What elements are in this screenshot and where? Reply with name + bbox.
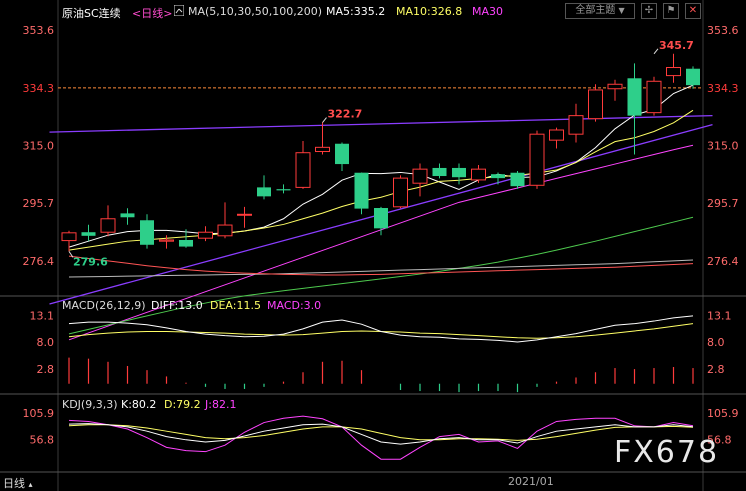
candle-body-up <box>607 83 623 90</box>
candle-body-up <box>295 152 311 188</box>
y-tick-label-left: 276.4 <box>23 255 55 268</box>
annotation-label: 345.7 <box>659 39 694 52</box>
macd-y-tick-left: 2.8 <box>37 363 55 376</box>
candle-body-down <box>491 174 505 179</box>
candle-body-down <box>432 167 447 177</box>
kdj-j-line <box>68 415 694 460</box>
candle-body-up <box>237 213 252 216</box>
bar-chart-icon[interactable] <box>174 5 184 16</box>
candle-body-up <box>198 231 213 239</box>
kdj-y-tick-left: 105.9 <box>23 407 55 420</box>
kdj-k-value: K:80.2 <box>121 398 157 411</box>
candle-body-up <box>61 232 77 242</box>
chevron-down-icon: ▼ <box>618 6 625 15</box>
y-tick-label-left: 295.7 <box>23 197 55 210</box>
candle-body-up <box>549 129 564 141</box>
candle-body-up <box>646 80 662 114</box>
kdj-j-value: J:82.1 <box>205 398 237 411</box>
annotation-pointer <box>322 117 327 123</box>
date-axis-label: 2021/01 <box>508 475 554 488</box>
period-tab-label: 日线 <box>3 477 25 490</box>
kdj-y-tick-right: 105.9 <box>707 407 739 420</box>
macd-panel: 13.1 13.1 8.0 8.0 2.8 2.8 <box>30 309 732 393</box>
ma5-value: MA5:335.2 <box>326 5 386 18</box>
instrument-title: 原油SC连续 <box>62 7 121 20</box>
crosshair-icon[interactable]: ✢ <box>641 3 657 19</box>
candle-body-up <box>568 115 584 135</box>
chart-canvas: 353.6 353.6 334.3 334.3 315.0 315.0 295.7 295.7… <box>0 0 746 491</box>
macd-y-tick-left: 13.1 <box>30 309 55 322</box>
candle-body-down <box>120 213 135 218</box>
candle-body-up <box>471 168 486 181</box>
macd-label: MACD(26,12,9) <box>62 299 146 312</box>
macd-y-tick-right: 8.0 <box>707 336 725 349</box>
macd-y-tick-left: 8.0 <box>37 336 55 349</box>
kdj-y-tick-left: 56.8 <box>30 433 55 446</box>
ma10-value: MA10:326.8 <box>396 5 463 18</box>
y-tick-label-left: 353.6 <box>23 24 55 37</box>
all-themes-dropdown[interactable]: 全部主题 ▼ <box>565 3 635 19</box>
y-tick-label-right: 334.3 <box>707 82 739 95</box>
macd-y-tick-right: 13.1 <box>707 309 732 322</box>
triangle-icon: ▴ <box>28 480 33 489</box>
period-tab[interactable]: 日线 ▴ <box>3 475 33 491</box>
annotation-pointer <box>653 48 659 55</box>
macd-y-tick-right: 2.8 <box>707 363 725 376</box>
y-tick-label-left: 334.3 <box>23 82 55 95</box>
candle-body-up <box>588 89 603 120</box>
ma-line-ma200 <box>68 255 694 276</box>
candle-body-up <box>666 67 681 77</box>
kdj-k-line <box>68 423 694 445</box>
kdj-d-value: D:79.2 <box>164 398 201 411</box>
candle-body-down <box>374 208 388 229</box>
candle-body-up <box>393 177 408 208</box>
macd-diff-line <box>68 315 694 343</box>
candle-body-down <box>257 187 271 197</box>
candle-body-up <box>159 239 174 242</box>
ma30-value: MA30 <box>472 5 504 18</box>
candle-body-down <box>510 172 525 187</box>
annotation-label: 322.7 <box>328 108 363 121</box>
annotation-label: 279.6 <box>73 255 108 268</box>
candle-body-down <box>276 189 291 191</box>
candle-body-up <box>217 224 233 237</box>
bookmark-icon[interactable]: ⚑ <box>663 3 679 19</box>
candle-body-down <box>335 143 349 165</box>
candle-body-down <box>686 68 700 86</box>
y-tick-label-right: 315.0 <box>707 140 739 153</box>
candle-body-up <box>412 168 428 184</box>
watermark-logo: FX678 <box>614 435 720 470</box>
trendline-1 <box>49 114 713 133</box>
y-tick-label-right: 353.6 <box>707 24 739 37</box>
candle-body-down <box>452 167 466 178</box>
ma-parameters-label: MA(5,10,30,50,100,200) <box>188 5 323 18</box>
candle-body-down <box>140 220 154 245</box>
close-icon[interactable]: ✕ <box>685 3 701 19</box>
candle-body-up <box>100 218 116 233</box>
macd-histogram-value: MACD:3.0 <box>267 299 322 312</box>
y-tick-label-right: 295.7 <box>707 197 739 210</box>
kdj-d-line <box>68 424 694 441</box>
candle-body-down <box>627 78 642 116</box>
macd-diff-value: DIFF:13.0 <box>151 299 203 312</box>
y-tick-label-right: 276.4 <box>707 255 739 268</box>
candle-body-down <box>179 239 193 247</box>
period-label[interactable]: <日线> <box>132 5 172 21</box>
price-panel: 353.6 353.6 334.3 334.3 315.0 315.0 295.7 295.7… <box>23 24 739 341</box>
candle-body-down <box>81 232 96 236</box>
y-tick-label-left: 315.0 <box>23 140 55 153</box>
macd-dea-value: DEA:11.5 <box>210 299 261 312</box>
candle-body-up <box>529 133 545 186</box>
candle-body-up <box>315 146 330 153</box>
kdj-label: KDJ(9,3,3) <box>62 398 118 411</box>
candle-body-down <box>354 172 369 209</box>
all-themes-label: 全部主题 <box>575 5 616 16</box>
